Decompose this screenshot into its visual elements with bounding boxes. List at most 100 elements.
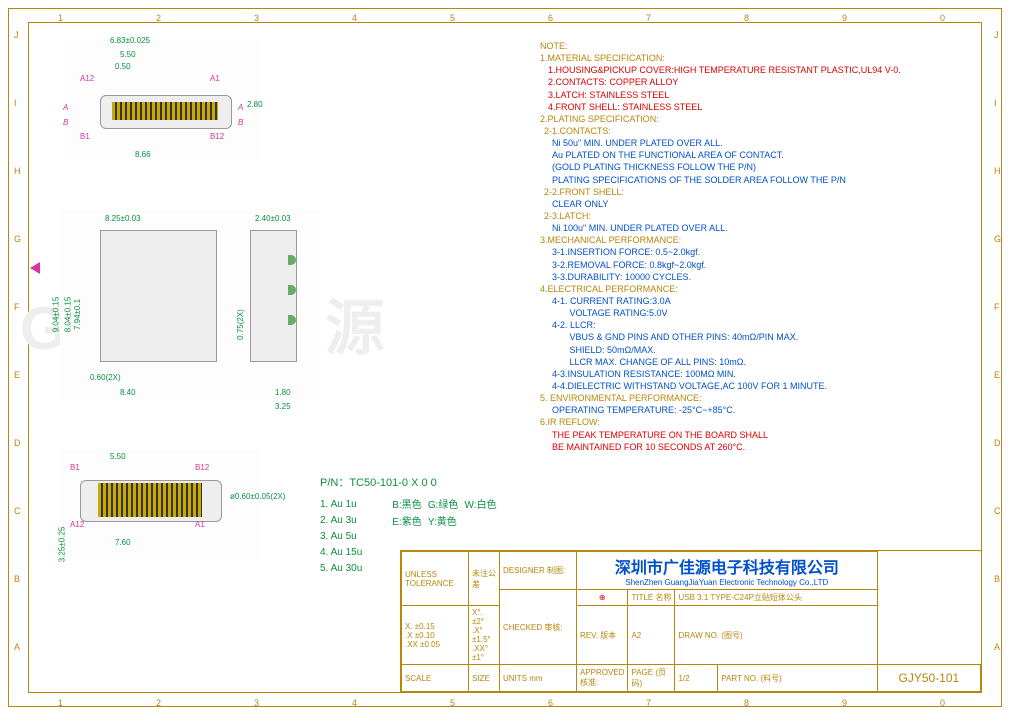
ruler-num: 6 (548, 698, 553, 708)
ruler-letter: B (14, 574, 20, 584)
pin-b1: B1 (80, 132, 90, 141)
s1-2: 2.CONTACTS: COPPER ALLOY (540, 76, 980, 88)
ruler-num: 4 (352, 698, 357, 708)
top-view (70, 40, 260, 160)
pin-b12: B12 (210, 132, 224, 141)
s1-4: 4.FRONT SHELL: STAINLESS STEEL (540, 101, 980, 113)
tol1b: X°. ±2° (472, 608, 484, 626)
s4-6: LLCR MAX. CHANGE OF ALL PINS: 10mΩ. (540, 356, 980, 368)
ruler-num: 7 (646, 698, 651, 708)
ruler-num: 6 (548, 13, 553, 23)
dim-b3: 3.25±0.25 (57, 527, 66, 563)
ruler-letter: A (994, 642, 1000, 652)
rev-l: REV. 版本 (580, 631, 616, 640)
tol3a: .XX ±0.05 (405, 640, 440, 649)
ruler-num: 1 (58, 13, 63, 23)
ruler-letter: D (14, 438, 21, 448)
ruler-letter: H (14, 166, 21, 176)
ruler-num: 5 (450, 13, 455, 23)
company-cn: 深圳市广佳源电子科技有限公司 (580, 554, 874, 578)
dim-top-2: 5.50 (120, 50, 136, 59)
approved: APPROVED 核准: (580, 668, 624, 687)
s23: Ni 100u" MIN. UNDER PLATED OVER ALL. (540, 222, 980, 234)
s23h: 2-3.LATCH: (540, 210, 980, 222)
dim-f10: 3.25 (275, 402, 291, 411)
dim-top-4: 2.80 (247, 100, 263, 109)
ruler-letter: G (14, 234, 21, 244)
dim-f5: 7.94±0.1 (73, 299, 82, 330)
section-a-right: A (238, 103, 243, 112)
ruler-num: 4 (352, 13, 357, 23)
ruler-letter: H (994, 166, 1001, 176)
s4-4: VBUS & GND PINS AND OTHER PINS: 40mΩ/PIN… (540, 331, 980, 343)
title-block: UNLESS TOLERANCE 未注公差 DESIGNER 制图: 深圳市广佳… (400, 550, 982, 693)
clr-e: E:紫色 (392, 517, 421, 528)
s4-1: 4-1. CURRENT RATING:3.0A (540, 295, 980, 307)
s21-3: (GOLD PLATING THICKNESS FOLLOW THE P/N) (540, 161, 980, 173)
dim-f6: 0.75(2X) (236, 309, 245, 340)
dim-f9: 1.80 (275, 388, 291, 397)
rev-v: A2 (631, 631, 641, 640)
projection-icon: ⊕ (577, 590, 628, 606)
ruler-letter: D (994, 438, 1001, 448)
dim-f7: 0.60(2X) (90, 373, 121, 382)
units-v: mm (529, 674, 542, 683)
bottom-pins (98, 483, 202, 517)
pn-opt-4: 4. Au 15u (320, 545, 362, 561)
s4-8: 4-4.DIELECTRIC WITHSTAND VOLTAGE,AC 100V… (540, 380, 980, 392)
s6h: 6.IR REFLOW: (540, 416, 980, 428)
ruler-letter: A (14, 642, 20, 652)
company-en: ShenZhen GuangJiaYuan Electronic Technol… (580, 578, 874, 587)
ruler-letter: I (14, 98, 17, 108)
front-body-1 (100, 230, 217, 362)
pn-main: P/N：TC50-101-0 X 0 0 (320, 475, 497, 493)
draw-l: DRAW NO. (图号) (678, 631, 742, 640)
ruler-letter: E (14, 370, 20, 380)
tol2b: .X° ±1.5° (472, 626, 491, 644)
s3-1: 3-1.INSERTION FORCE: 0.5~2.0kgf. (540, 246, 980, 258)
pin-a1: A1 (210, 74, 220, 83)
ruler-letter: E (994, 370, 1000, 380)
bpin-b1: B1 (70, 463, 80, 472)
checked: CHECKED 审核: (503, 623, 563, 632)
s4-7: 4-3.INSULATION RESISTANCE: 100MΩ MIN. (540, 368, 980, 380)
page-l: PAGE (页码) (631, 668, 666, 688)
datum-triangle-icon (30, 262, 40, 274)
dim-f3: 9.04±0.15 (51, 297, 60, 333)
ruler-num: 8 (744, 698, 749, 708)
ruler-num: 9 (842, 698, 847, 708)
title-v: USB 3.1 TYPE-C24P立贴短体公头 (678, 593, 801, 602)
unless: UNLESS TOLERANCE (405, 570, 454, 588)
bpin-a1: A1 (195, 520, 205, 529)
dim-top-1: 6.83±0.025 (110, 36, 150, 45)
pn-opt-1: 1. Au 1u (320, 497, 362, 513)
designer: DESIGNER 制图: (503, 566, 565, 575)
s4-2: VOLTAGE RATING:5.0V (540, 307, 980, 319)
ruler-letter: C (14, 506, 21, 516)
ruler-num: 1 (58, 698, 63, 708)
dim-b2: 7.60 (115, 538, 131, 547)
ruler-letter: F (994, 302, 1000, 312)
s5: OPERATING TEMPERATURE: -25°C~+85°C. (540, 404, 980, 416)
s3h: 3.MECHANICAL PERFORMANCE: (540, 234, 980, 246)
ruler-num: 8 (744, 13, 749, 23)
tol2a: .X ±0.10 (405, 631, 435, 640)
title-l: TITLE 名称 (631, 593, 671, 602)
front-view (60, 210, 320, 400)
s4-3: 4-2. LLCR: (540, 319, 980, 331)
unless-cn: 未注公差 (472, 569, 496, 589)
contact-pins (112, 102, 218, 120)
s21h: 2-1.CONTACTS: (540, 125, 980, 137)
clr-w: W:白色 (465, 500, 497, 511)
s21-2: Au PLATED ON THE FUNCTIONAL AREA OF CONT… (540, 149, 980, 161)
ruler-letter: B (994, 574, 1000, 584)
ruler-num: 9 (842, 13, 847, 23)
ruler-letter: C (994, 506, 1001, 516)
pn-gold-options: 1. Au 1u 2. Au 3u 3. Au 5u 4. Au 15u 5. … (320, 497, 362, 577)
section-b-left: B (63, 118, 68, 127)
s1h: 1.MATERIAL SPECIFICATION: (540, 52, 980, 64)
dim-f2: 2.40±0.03 (255, 214, 291, 223)
units: UNITS (503, 674, 527, 683)
ruler-num: 2 (156, 698, 161, 708)
dim-top-5: 8.66 (135, 150, 151, 159)
